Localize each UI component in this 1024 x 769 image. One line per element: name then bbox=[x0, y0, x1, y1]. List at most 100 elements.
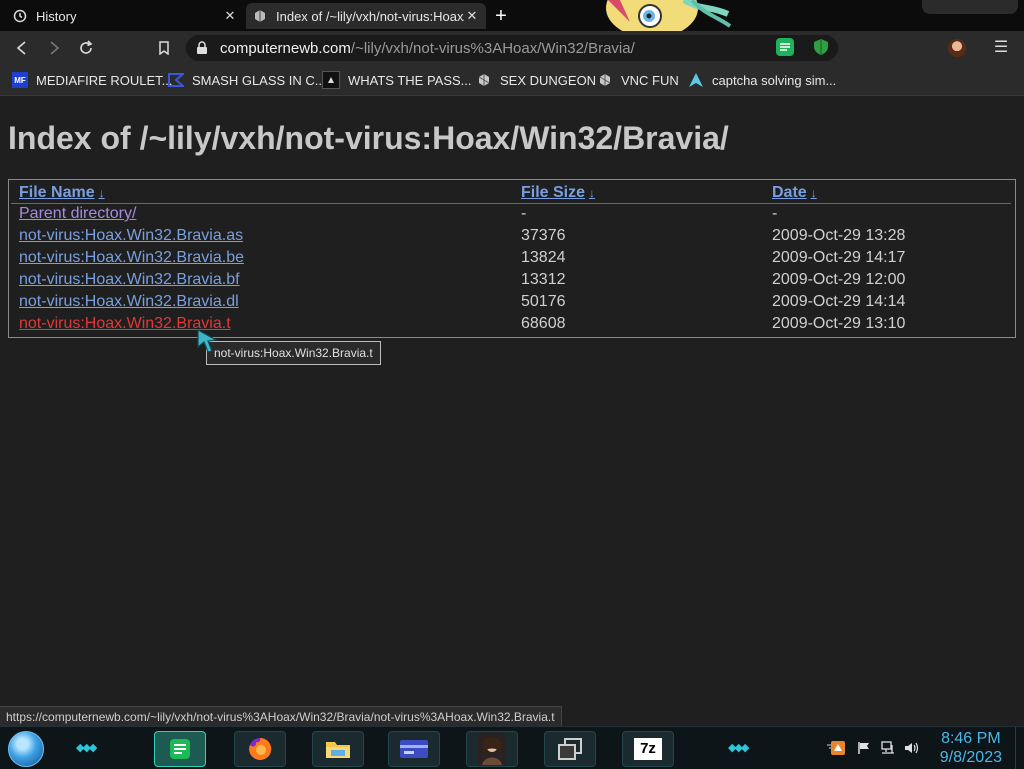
new-tab-button[interactable]: + bbox=[490, 5, 512, 27]
network-icon[interactable] bbox=[880, 740, 896, 756]
file-size: 37376 bbox=[521, 227, 566, 244]
bookmark-button[interactable] bbox=[154, 38, 174, 58]
terminal-icon bbox=[322, 71, 340, 89]
address-bar[interactable]: computernewb.com/~lily/vxh/not-virus%3AH… bbox=[186, 35, 838, 61]
sort-by-size-link[interactable]: File Size bbox=[521, 184, 585, 201]
firefox-icon[interactable] bbox=[234, 731, 286, 767]
file-size-cell: 37376 bbox=[521, 225, 566, 247]
file-size-cell: 68608 bbox=[521, 313, 566, 335]
link-tooltip: not-virus:Hoax.Win32.Bravia.t bbox=[206, 341, 381, 365]
bookmark-smash-glass[interactable]: SMASH GLASS IN C... bbox=[168, 71, 326, 89]
parent-directory-link[interactable]: Parent directory/ bbox=[19, 205, 136, 222]
history-icon bbox=[12, 8, 28, 24]
back-icon bbox=[16, 41, 26, 55]
file-size: 13824 bbox=[521, 249, 566, 266]
vnc-icon bbox=[476, 72, 492, 88]
arch-icon bbox=[688, 72, 704, 88]
file-size: - bbox=[521, 205, 527, 222]
file-size-cell: 50176 bbox=[521, 291, 566, 313]
file-date: 2009-Oct-29 14:14 bbox=[772, 293, 906, 310]
table-row[interactable]: not-virus:Hoax.Win32.Bravia.as bbox=[19, 225, 243, 247]
window-controls bbox=[922, 0, 1018, 14]
taskbar: ◆◆◆ 7z ◆◆◆ 8:46 PM 9/8/2023 bbox=[0, 726, 1024, 769]
bookmark-label: SEX DUNGEON bbox=[500, 72, 597, 88]
page-content: Index of /~lily/vxh/not-virus:Hoax/Win32… bbox=[0, 96, 1024, 706]
tab-label: Index of /~lily/vxh/not-virus:Hoax/ bbox=[276, 8, 464, 24]
lock-icon bbox=[196, 41, 210, 55]
file-link[interactable]: not-virus:Hoax.Win32.Bravia.dl bbox=[19, 293, 239, 310]
sort-by-date-link[interactable]: Date bbox=[772, 184, 807, 201]
file-size: 13312 bbox=[521, 271, 566, 288]
bookmark-whats-the-pass[interactable]: WHATS THE PASS... bbox=[322, 71, 472, 89]
bookmark-mediafire[interactable]: MF MEDIAFIRE ROULET... bbox=[12, 71, 173, 89]
notes-app-icon[interactable] bbox=[154, 731, 206, 767]
bookmark-vnc-fun[interactable]: VNC FUN bbox=[597, 71, 679, 89]
status-bar-url: https://computernewb.com/~lily/vxh/not-v… bbox=[0, 706, 562, 728]
file-date: 2009-Oct-29 13:10 bbox=[772, 315, 906, 332]
bookmark-sex-dungeon[interactable]: SEX DUNGEON bbox=[476, 71, 596, 89]
security-icon[interactable] bbox=[830, 740, 846, 756]
forward-button[interactable] bbox=[44, 38, 64, 58]
menu-icon[interactable]: ☰ bbox=[992, 39, 1010, 57]
windows-app-icon[interactable] bbox=[544, 731, 596, 767]
tab-label: History bbox=[36, 8, 77, 24]
favicon-icon bbox=[252, 8, 268, 24]
volume-icon[interactable] bbox=[904, 740, 920, 756]
file-link[interactable]: not-virus:Hoax.Win32.Bravia.as bbox=[19, 227, 243, 244]
close-tab-icon[interactable]: ✕ bbox=[222, 8, 238, 24]
file-date-cell: 2009-Oct-29 13:10 bbox=[772, 313, 905, 335]
mediafire-icon: MF bbox=[12, 72, 28, 88]
portrait-app-icon[interactable] bbox=[466, 731, 518, 767]
file-size: 50176 bbox=[521, 293, 566, 310]
reload-button[interactable] bbox=[76, 38, 96, 58]
column-header-size[interactable]: File Size ↓ bbox=[521, 184, 595, 202]
column-header-name[interactable]: File Name ↓ bbox=[19, 184, 105, 202]
taskbar-decoration: ◆◆◆ bbox=[728, 742, 749, 754]
header-divider bbox=[11, 203, 1011, 204]
tab-history[interactable]: History ✕ bbox=[6, 3, 244, 29]
sort-arrow-icon[interactable]: ↓ bbox=[99, 186, 105, 200]
file-size-cell: 13824 bbox=[521, 247, 566, 269]
table-row[interactable]: not-virus:Hoax.Win32.Bravia.dl bbox=[19, 291, 239, 313]
profile-avatar[interactable] bbox=[948, 39, 966, 57]
clock-time: 8:46 PM bbox=[941, 730, 1001, 747]
show-desktop-button[interactable] bbox=[1015, 727, 1024, 769]
page-title: Index of /~lily/vxh/not-virus:Hoax/Win32… bbox=[8, 120, 729, 156]
bookmark-label: SMASH GLASS IN C... bbox=[192, 72, 326, 88]
file-listing-table: File Name ↓ File Size ↓ Date ↓ Parent direc… bbox=[8, 179, 1016, 338]
file-link[interactable]: not-virus:Hoax.Win32.Bravia.be bbox=[19, 249, 244, 266]
table-row[interactable]: not-virus:Hoax.Win32.Bravia.bf bbox=[19, 269, 240, 291]
file-explorer-icon[interactable] bbox=[312, 731, 364, 767]
bookmark-label: MEDIAFIRE ROULET... bbox=[36, 72, 173, 88]
url-path: /~lily/vxh/not-virus%3AHoax/Win32/Bravia… bbox=[350, 39, 635, 57]
start-button[interactable] bbox=[8, 731, 44, 767]
url-host: computernewb.com bbox=[220, 39, 351, 57]
bookmark-captcha[interactable]: captcha solving sim... bbox=[688, 71, 836, 89]
vnc-icon bbox=[597, 72, 613, 88]
file-size-cell: 13312 bbox=[521, 269, 566, 291]
bookmark-label: WHATS THE PASS... bbox=[348, 72, 472, 88]
7zip-icon[interactable]: 7z bbox=[622, 731, 674, 767]
table-row[interactable]: Parent directory/ bbox=[19, 203, 136, 225]
close-tab-icon[interactable]: ✕ bbox=[464, 8, 480, 24]
navigation-bar: computernewb.com/~lily/vxh/not-virus%3AH… bbox=[0, 31, 1024, 65]
column-header-date[interactable]: Date ↓ bbox=[772, 184, 817, 202]
tab-index-of[interactable]: Index of /~lily/vxh/not-virus:Hoax/ ✕ bbox=[246, 3, 486, 29]
forward-icon bbox=[50, 41, 60, 55]
back-button[interactable] bbox=[12, 38, 32, 58]
file-size: 68608 bbox=[521, 315, 566, 332]
sort-arrow-icon[interactable]: ↓ bbox=[589, 186, 595, 200]
file-date-cell: 2009-Oct-29 14:17 bbox=[772, 247, 905, 269]
sort-arrow-icon[interactable]: ↓ bbox=[811, 186, 817, 200]
notes-extension-icon[interactable] bbox=[776, 38, 794, 56]
shield-extension-icon[interactable] bbox=[812, 38, 830, 56]
taskbar-decoration: ◆◆◆ bbox=[76, 742, 97, 754]
flag-icon[interactable] bbox=[856, 740, 872, 756]
file-date-cell: - bbox=[772, 203, 777, 225]
clock[interactable]: 8:46 PM 9/8/2023 bbox=[940, 729, 1002, 767]
file-link[interactable]: not-virus:Hoax.Win32.Bravia.bf bbox=[19, 271, 240, 288]
table-row[interactable]: not-virus:Hoax.Win32.Bravia.be bbox=[19, 247, 244, 269]
sort-by-name-link[interactable]: File Name bbox=[19, 184, 95, 201]
card-app-icon[interactable] bbox=[388, 731, 440, 767]
system-tray: 8:46 PM 9/8/2023 bbox=[800, 727, 1024, 769]
